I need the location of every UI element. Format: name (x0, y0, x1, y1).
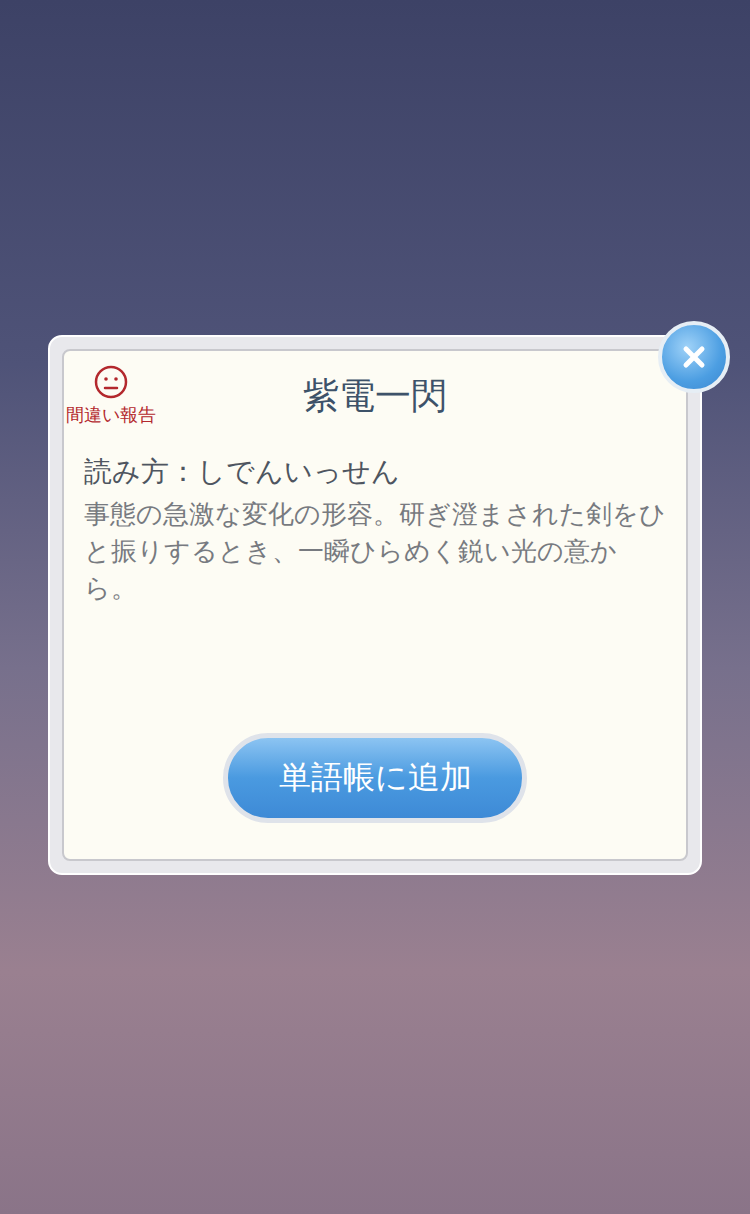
report-button[interactable]: 間違い報告 (66, 365, 156, 427)
word-title: 紫電一閃 (303, 373, 447, 420)
dialog-panel: 間違い報告 紫電一閃 読み方：しでんいっせん 事態の急激な変化の形容。研ぎ澄まさ… (62, 349, 688, 861)
close-button[interactable] (658, 321, 730, 393)
reading: 読み方：しでんいっせん (64, 454, 686, 490)
description: 事態の急激な変化の形容。研ぎ澄まされた剣をひと振りするとき、一瞬ひらめく鋭い光の… (64, 496, 686, 607)
background: 間違い報告 紫電一閃 読み方：しでんいっせん 事態の急激な変化の形容。研ぎ澄まさ… (0, 0, 750, 1214)
close-icon (679, 342, 709, 372)
word-dialog: 間違い報告 紫電一閃 読み方：しでんいっせん 事態の急激な変化の形容。研ぎ澄まさ… (48, 335, 702, 875)
button-row: 単語帳に追加 (64, 733, 686, 859)
frown-face-icon (94, 365, 128, 399)
add-to-wordbook-button[interactable]: 単語帳に追加 (223, 733, 527, 823)
report-label: 間違い報告 (66, 403, 156, 427)
dialog-header: 間違い報告 紫電一閃 (64, 351, 686, 420)
